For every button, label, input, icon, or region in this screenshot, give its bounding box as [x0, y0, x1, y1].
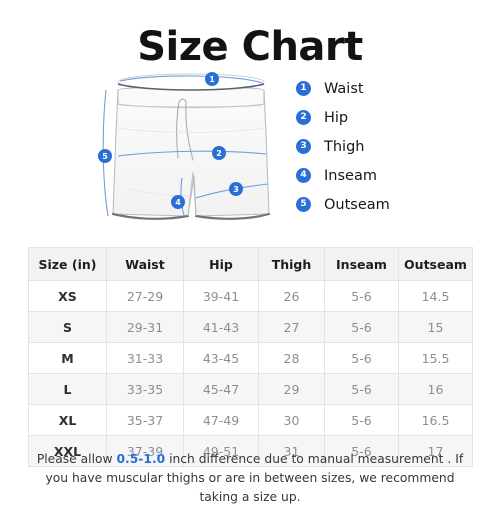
- svg-text:2: 2: [216, 149, 222, 158]
- cell-outseam: 15: [398, 311, 473, 343]
- diagram-marker-3: 3: [229, 182, 243, 196]
- table-header-inseam: Inseam: [324, 247, 399, 281]
- table-header-waist: Waist: [106, 247, 184, 281]
- table-row: XS 27-29 39-41 26 5-6 14.5: [28, 280, 473, 312]
- legend-label-hip: Hip: [324, 109, 349, 126]
- svg-text:3: 3: [233, 185, 239, 194]
- cell-size: L: [28, 373, 107, 405]
- cell-thigh: 30: [258, 404, 325, 436]
- legend-label-inseam: Inseam: [324, 167, 377, 184]
- shorts-illustration: 1 2 3 4 5: [96, 68, 286, 236]
- note-tolerance-value: 0.5-1.0: [116, 452, 166, 466]
- legend-badge-5-icon: 5: [296, 197, 311, 212]
- legend-item-thigh: 3 Thigh: [296, 132, 476, 161]
- cell-inseam: 5-6: [324, 342, 399, 374]
- table-row: L 33-35 45-47 29 5-6 16: [28, 373, 473, 405]
- legend-item-inseam: 4 Inseam: [296, 161, 476, 190]
- cell-inseam: 5-6: [324, 311, 399, 343]
- cell-size: S: [28, 311, 107, 343]
- diagram-marker-5: 5: [98, 149, 112, 163]
- cell-waist: 29-31: [106, 311, 184, 343]
- hero-section: 1 2 3 4 5 1 Waist 2 Hip 3 Thigh 4 Inseam…: [0, 68, 500, 238]
- cell-thigh: 29: [258, 373, 325, 405]
- page-title: Size Chart: [137, 24, 363, 70]
- table-row: S 29-31 41-43 27 5-6 15: [28, 311, 473, 343]
- diagram-marker-2: 2: [212, 146, 226, 160]
- cell-waist: 35-37: [106, 404, 184, 436]
- cell-inseam: 5-6: [324, 404, 399, 436]
- table-row: XL 35-37 47-49 30 5-6 16.5: [28, 404, 473, 436]
- legend-item-outseam: 5 Outseam: [296, 190, 476, 219]
- cell-thigh: 26: [258, 280, 325, 312]
- diagram-marker-4: 4: [171, 195, 185, 209]
- legend-badge-2-icon: 2: [296, 110, 311, 125]
- legend-item-hip: 2 Hip: [296, 103, 476, 132]
- cell-hip: 47-49: [183, 404, 259, 436]
- legend-badge-3-icon: 3: [296, 139, 311, 154]
- cell-outseam: 16.5: [398, 404, 473, 436]
- cell-outseam: 16: [398, 373, 473, 405]
- measurement-legend: 1 Waist 2 Hip 3 Thigh 4 Inseam 5 Outseam: [296, 74, 476, 219]
- cell-size: M: [28, 342, 107, 374]
- cell-inseam: 5-6: [324, 373, 399, 405]
- cell-thigh: 27: [258, 311, 325, 343]
- legend-label-thigh: Thigh: [324, 138, 365, 155]
- cell-hip: 43-45: [183, 342, 259, 374]
- size-table-container: Size (in) Waist Hip Thigh Inseam Outseam…: [28, 247, 473, 467]
- table-header-outseam: Outseam: [398, 247, 473, 281]
- cell-hip: 41-43: [183, 311, 259, 343]
- measurement-disclaimer: Please allow 0.5-1.0 inch difference due…: [26, 450, 474, 507]
- cell-size: XL: [28, 404, 107, 436]
- legend-label-outseam: Outseam: [324, 196, 390, 213]
- legend-badge-4-icon: 4: [296, 168, 311, 183]
- table-header-size: Size (in): [28, 247, 107, 281]
- cell-waist: 31-33: [106, 342, 184, 374]
- note-text-before: Please allow: [36, 452, 117, 466]
- table-header-thigh: Thigh: [258, 247, 325, 281]
- cell-waist: 27-29: [106, 280, 184, 312]
- svg-text:5: 5: [102, 152, 108, 161]
- cell-hip: 45-47: [183, 373, 259, 405]
- cell-thigh: 28: [258, 342, 325, 374]
- size-table: Size (in) Waist Hip Thigh Inseam Outseam…: [28, 247, 473, 467]
- cell-inseam: 5-6: [324, 280, 399, 312]
- svg-text:1: 1: [209, 75, 215, 84]
- cell-outseam: 14.5: [398, 280, 473, 312]
- shorts-body: [111, 73, 271, 220]
- cell-size: XS: [28, 280, 107, 312]
- cell-hip: 39-41: [183, 280, 259, 312]
- legend-label-waist: Waist: [324, 80, 364, 97]
- table-row: M 31-33 43-45 28 5-6 15.5: [28, 342, 473, 374]
- cell-waist: 33-35: [106, 373, 184, 405]
- diagram-marker-1: 1: [205, 72, 219, 86]
- legend-badge-1-icon: 1: [296, 81, 311, 96]
- cell-outseam: 15.5: [398, 342, 473, 374]
- table-header-row: Size (in) Waist Hip Thigh Inseam Outseam: [28, 247, 473, 281]
- svg-text:4: 4: [175, 198, 181, 207]
- legend-item-waist: 1 Waist: [296, 74, 476, 103]
- table-header-hip: Hip: [183, 247, 259, 281]
